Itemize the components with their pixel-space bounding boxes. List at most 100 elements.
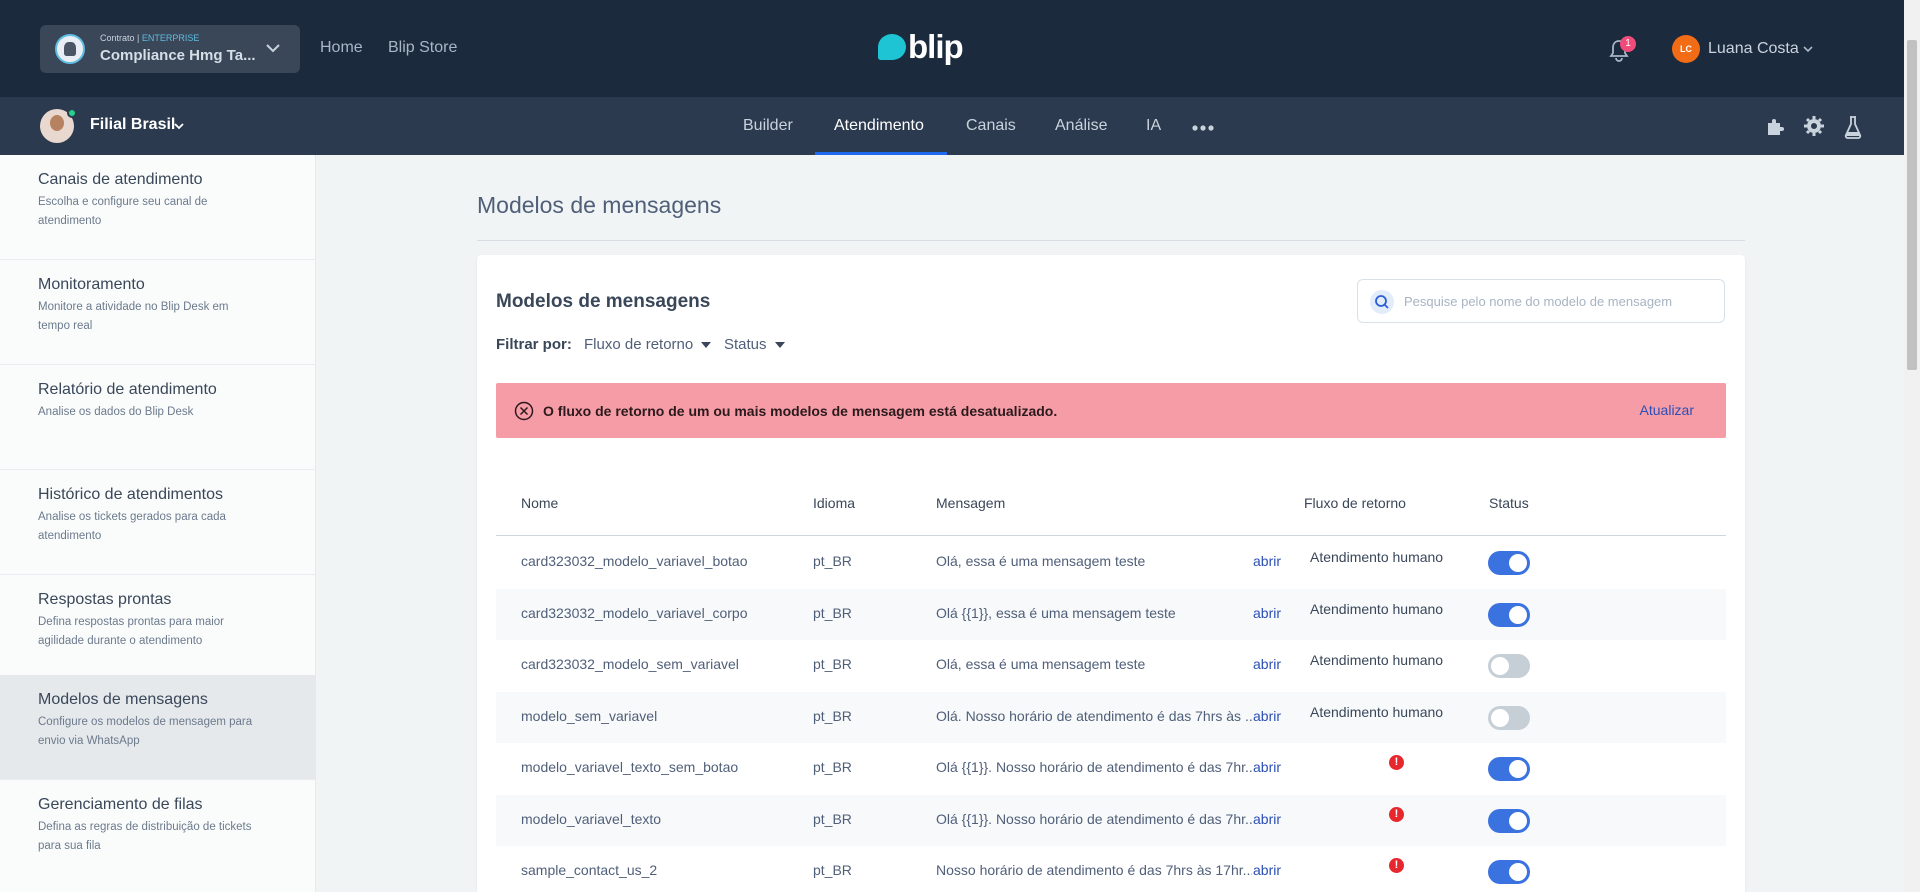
template-name: card323032_modelo_sem_variavel: [521, 656, 739, 672]
chevron-down-icon[interactable]: [173, 121, 185, 131]
active-tab-indicator: [815, 152, 947, 155]
error-alert-icon[interactable]: !: [1389, 858, 1404, 873]
more-options-icon[interactable]: [1192, 125, 1214, 131]
open-message-link[interactable]: abrir: [1253, 656, 1281, 672]
status-toggle[interactable]: [1488, 757, 1530, 781]
contract-name: Compliance Hmg Ta...: [100, 47, 256, 64]
status-toggle[interactable]: [1488, 654, 1530, 678]
open-message-link[interactable]: abrir: [1253, 708, 1281, 724]
search-icon-bg: [1370, 290, 1394, 314]
sidebar-item-description: Monitore a atividade no Blip Desk em tem…: [38, 301, 229, 332]
home-link[interactable]: Home: [320, 39, 363, 57]
error-circle-icon: [514, 401, 534, 421]
sidebar-item-title: Relatório de atendimento: [38, 381, 217, 398]
template-language: pt_BR: [813, 604, 852, 621]
chevron-down-icon: [266, 44, 280, 53]
template-message: Olá, essa é uma mensagem teste: [936, 656, 1146, 672]
caret-down-icon: [701, 342, 712, 349]
sidebar-item-modelos[interactable]: Modelos de mensagens Configure os modelo…: [0, 675, 316, 780]
chevron-down-icon[interactable]: [1802, 44, 1814, 54]
status-toggle[interactable]: [1488, 551, 1530, 575]
column-header-fluxo[interactable]: Fluxo de retorno: [1304, 495, 1406, 511]
alert-message: O fluxo de retorno de um ou mais modelos…: [543, 403, 1058, 419]
filter-fluxo-dropdown[interactable]: Fluxo de retorno: [584, 336, 712, 353]
open-message-link[interactable]: abrir: [1253, 759, 1281, 775]
user-name[interactable]: Luana Costa: [1708, 40, 1799, 58]
sidebar-item-filas[interactable]: Gerenciamento de filas Defina as regras …: [0, 780, 316, 885]
template-language: pt_BR: [813, 656, 852, 672]
template-name: card323032_modelo_variavel_corpo: [521, 604, 748, 621]
lab-flask-icon[interactable]: [1844, 115, 1862, 139]
sidebar-item-description: Escolha e configure seu canal de atendim…: [38, 196, 208, 227]
column-header-idioma[interactable]: Idioma: [813, 495, 855, 511]
scrollbar-thumb[interactable]: [1907, 40, 1917, 370]
outdated-flow-alert: O fluxo de retorno de um ou mais modelos…: [496, 383, 1726, 438]
tab-builder[interactable]: Builder: [743, 117, 793, 135]
search-placeholder: Pesquise pelo nome do modelo de mensagem: [1404, 294, 1673, 309]
online-status-dot: [67, 108, 77, 118]
template-message: Olá {{1}}. Nosso horário de atendimento …: [936, 759, 1252, 775]
status-toggle[interactable]: [1488, 602, 1530, 627]
column-header-status[interactable]: Status: [1489, 495, 1529, 511]
tab-analise[interactable]: Análise: [1055, 117, 1107, 135]
sidebar-item-description: Configure os modelos de mensagem para en…: [38, 716, 253, 747]
filter-label: Filtrar por:: [496, 336, 572, 353]
scrollbar[interactable]: [1904, 0, 1920, 892]
table-row[interactable]: sample_contact_us_2 pt_BR Nosso horário de…: [496, 846, 1726, 892]
bot-name[interactable]: Filial Brasil: [90, 116, 175, 134]
status-toggle[interactable]: [1488, 705, 1530, 730]
blip-logo-icon: [878, 34, 906, 60]
open-message-link[interactable]: abrir: [1253, 553, 1281, 569]
status-toggle[interactable]: [1488, 808, 1530, 833]
template-language: pt_BR: [813, 862, 852, 878]
template-message: Olá, essa é uma mensagem teste: [936, 553, 1146, 569]
filter-status-dropdown[interactable]: Status: [724, 336, 785, 353]
open-message-link[interactable]: abrir: [1253, 811, 1281, 827]
template-name: modelo_sem_variavel: [521, 707, 658, 724]
toggle-knob: [1509, 554, 1527, 572]
contract-tier: ENTERPRISE: [141, 33, 200, 43]
gear-icon[interactable]: [1803, 115, 1825, 137]
tab-atendimento[interactable]: Atendimento: [834, 117, 924, 135]
tab-canais[interactable]: Canais: [966, 117, 1016, 135]
filter-status-label: Status: [724, 336, 767, 353]
template-name: modelo_variavel_texto: [521, 810, 662, 827]
sidebar-item-relatorio[interactable]: Relatório de atendimento Analise os dado…: [0, 365, 316, 470]
template-message: Olá. Nosso horário de atendimento é das …: [936, 707, 1252, 724]
template-language: pt_BR: [813, 810, 852, 827]
extensions-puzzle-icon[interactable]: [1764, 115, 1788, 139]
open-message-link[interactable]: abrir: [1253, 605, 1281, 621]
search-icon: [1375, 295, 1389, 309]
column-header-mensagem[interactable]: Mensagem: [936, 495, 1005, 511]
toggle-knob: [1491, 657, 1509, 675]
table-row[interactable]: modelo_sem_variavel pt_BR Olá. Nosso horár…: [496, 691, 1726, 743]
template-message: Olá {{1}}, essa é uma mensagem teste: [936, 604, 1176, 621]
sidebar-item-description: Analise os dados do Blip Desk: [38, 406, 194, 418]
sidebar-item-title: Canais de atendimento: [38, 171, 203, 188]
error-alert-icon[interactable]: !: [1389, 806, 1404, 822]
table-row[interactable]: card323032_modelo_variavel_corpo pt_BR Olá…: [496, 588, 1726, 640]
open-message-link[interactable]: abrir: [1253, 862, 1281, 878]
table-row[interactable]: modelo_variavel_texto pt_BR Olá {{1}}. Nos…: [496, 794, 1726, 846]
user-avatar[interactable]: LC: [1672, 35, 1700, 63]
status-toggle[interactable]: [1488, 860, 1530, 884]
sidebar-item-canais[interactable]: Canais de atendimento Escolha e configur…: [0, 155, 316, 260]
top-bar: Contrato | ENTERPRISE Compliance Hmg Ta.…: [0, 0, 1904, 97]
table-row[interactable]: card323032_modelo_variavel_botao pt_BR Olá…: [496, 537, 1726, 588]
table-row[interactable]: modelo_variavel_texto_sem_botao pt_BR Olá …: [496, 743, 1726, 794]
blip-store-link[interactable]: Blip Store: [388, 39, 457, 57]
contract-avatar: [55, 34, 85, 64]
toggle-knob: [1509, 605, 1527, 624]
search-input[interactable]: Pesquise pelo nome do modelo de mensagem: [1357, 279, 1725, 323]
error-alert-icon[interactable]: !: [1389, 755, 1404, 770]
tab-ia[interactable]: IA: [1146, 117, 1161, 135]
template-language: pt_BR: [813, 553, 852, 569]
update-button[interactable]: Atualizar: [1640, 402, 1694, 418]
sidebar-item-historico[interactable]: Histórico de atendimentos Analise os tic…: [0, 470, 316, 575]
column-header-nome[interactable]: Nome: [521, 495, 558, 511]
sidebar: Canais de atendimento Escolha e configur…: [0, 155, 316, 892]
table-row[interactable]: card323032_modelo_sem_variavel pt_BR Olá, …: [496, 640, 1726, 691]
contract-selector[interactable]: Contrato | ENTERPRISE Compliance Hmg Ta.…: [40, 25, 300, 73]
sidebar-item-respostas[interactable]: Respostas prontas Defina respostas pront…: [0, 575, 316, 680]
sidebar-item-monitoramento[interactable]: Monitoramento Monitore a atividade no Bl…: [0, 260, 316, 365]
